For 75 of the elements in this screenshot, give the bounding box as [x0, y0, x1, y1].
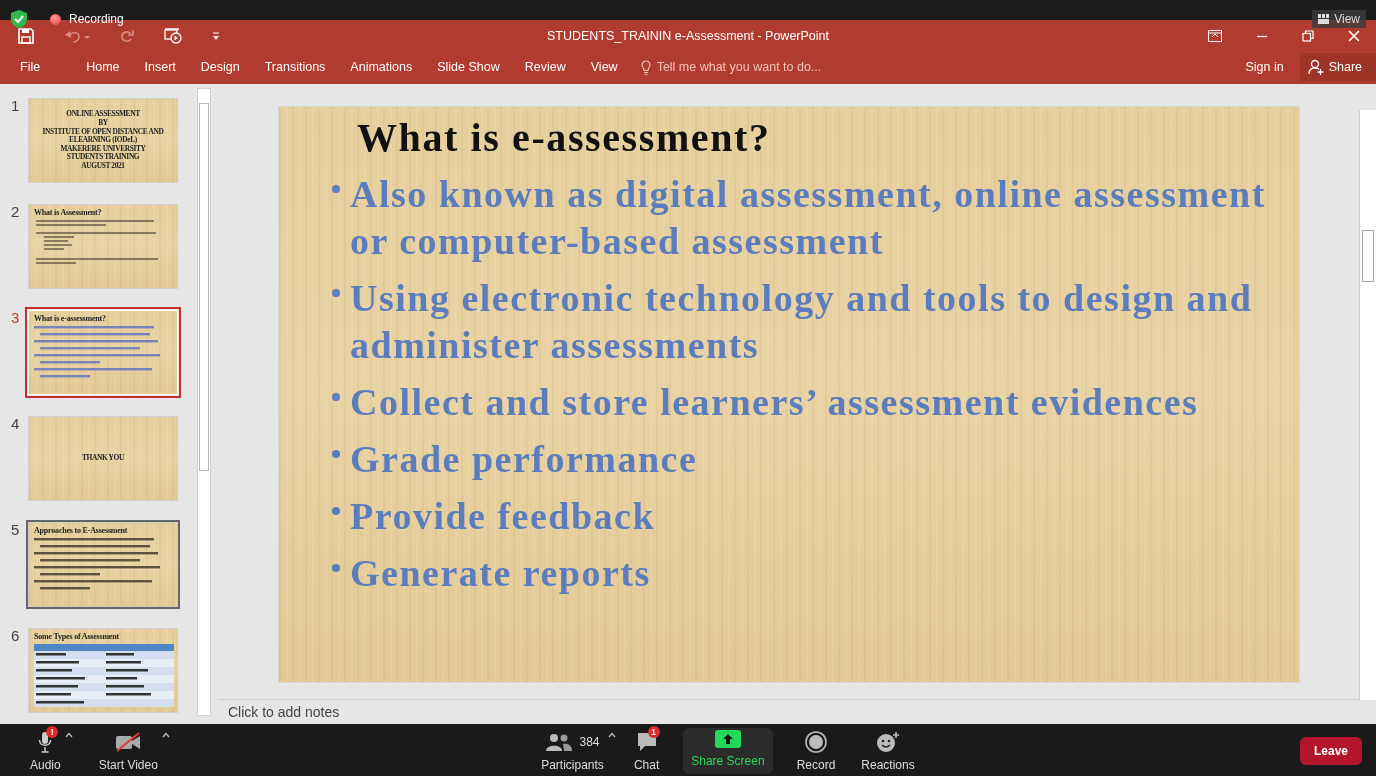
leave-button[interactable]: Leave: [1299, 737, 1362, 765]
audio-button[interactable]: ! Audio: [22, 724, 69, 776]
close-icon[interactable]: [1348, 30, 1360, 42]
slide-number: 5: [10, 522, 21, 537]
slide-thumbnail[interactable]: Approaches to E-Assessment: [28, 522, 178, 607]
slide-title: What is e-assessment?: [357, 115, 772, 161]
share-button[interactable]: Share: [1299, 53, 1376, 81]
people-icon: [545, 733, 572, 751]
chat-button[interactable]: 1 Chat: [625, 724, 668, 776]
ribbon-tab[interactable]: Home: [74, 57, 132, 77]
ribbon-tab[interactable]: Insert: [132, 57, 188, 77]
smiley-plus-icon: [876, 731, 900, 753]
slide-thumbnail[interactable]: What is Assessment?: [28, 204, 178, 289]
slide-number: 3: [10, 310, 21, 325]
file-tab[interactable]: File: [8, 57, 53, 77]
restore-icon[interactable]: [1302, 30, 1314, 42]
lightbulb-icon: [640, 59, 651, 75]
slide-thumbnail[interactable]: Some Types of Assessment: [28, 628, 178, 713]
scrollbar[interactable]: [1359, 110, 1376, 700]
reactions-button[interactable]: Reactions: [853, 724, 923, 776]
slide-number: 2: [10, 204, 21, 219]
grid-icon: [1318, 14, 1330, 24]
caret-icon[interactable]: [607, 732, 616, 738]
slide-number: 1: [10, 98, 21, 113]
window-title: STUDENTS_TRAININ e-Assessment - PowerPoint: [547, 29, 829, 43]
video-button[interactable]: Start Video: [90, 724, 166, 776]
caret-icon[interactable]: [161, 732, 170, 738]
scrollbar[interactable]: [197, 88, 211, 716]
ribbon-tab[interactable]: Design: [188, 57, 252, 77]
ribbon-tab[interactable]: View: [578, 57, 630, 77]
slide-number: 4: [10, 416, 21, 431]
bullet-text: Collect and store learners’ assessment evidences: [350, 380, 1199, 425]
present-icon[interactable]: [164, 28, 182, 44]
notification-badge: 1: [647, 726, 660, 738]
tell-me-field[interactable]: Tell me what you want to do...: [640, 59, 857, 75]
notes-field[interactable]: Click to add notes: [228, 704, 528, 720]
microphone-icon: [38, 731, 53, 753]
ribbon-tab[interactable]: Transitions: [252, 57, 338, 77]
view-button[interactable]: View: [1312, 10, 1366, 28]
participants-button[interactable]: 384 Participants: [533, 724, 612, 776]
bullet-text: Provide feedback: [350, 494, 656, 539]
save-icon[interactable]: [18, 28, 34, 44]
thumbnail-title: Some Types of Assessment: [34, 632, 120, 641]
thumbnail-title: What is Assessment?: [34, 208, 103, 217]
slide-number: 6: [10, 628, 21, 643]
record-button[interactable]: Record: [788, 724, 844, 776]
bullet-dot: [332, 564, 340, 572]
share-screen-icon: [714, 730, 741, 748]
bullet-dot: [332, 450, 340, 458]
bullet-text: Also known as digital assessment, online assessment or computer-based assessment: [350, 172, 1267, 264]
bullet-dot: [332, 393, 340, 401]
sign-in-link[interactable]: Sign in: [1239, 59, 1290, 75]
shield-icon: [10, 9, 28, 29]
person-add-icon: [1307, 59, 1324, 75]
ribbon-display-icon[interactable]: [1208, 30, 1222, 42]
slide-thumbnail[interactable]: What is e-assessment?: [28, 310, 178, 395]
bullet-text: Grade performance: [350, 437, 698, 482]
notification-badge: !: [46, 726, 59, 738]
bullet-dot: [332, 185, 340, 193]
ribbon-tab[interactable]: Review: [512, 57, 578, 77]
caret-icon[interactable]: [64, 732, 73, 738]
thumbnail-title: Approaches to E-Assessment: [34, 526, 129, 535]
recording-dot: [50, 13, 61, 25]
video-off-icon: [115, 732, 142, 752]
share-button[interactable]: Share Screen: [683, 728, 773, 774]
participant-count: 384: [579, 735, 600, 749]
thumbnail-title: What is e-assessment?: [34, 314, 107, 323]
ribbon-tab[interactable]: Slide Show: [425, 57, 512, 77]
customize-icon[interactable]: [212, 31, 220, 41]
bullet-dot: [332, 289, 340, 297]
bullet-dot: [332, 507, 340, 515]
bullet-text: Generate reports: [350, 551, 651, 596]
bullet-text: Using electronic technology and tools to design and administer assessments: [350, 276, 1254, 368]
record-icon: [804, 731, 827, 753]
ribbon-tab[interactable]: Animations: [338, 57, 425, 77]
